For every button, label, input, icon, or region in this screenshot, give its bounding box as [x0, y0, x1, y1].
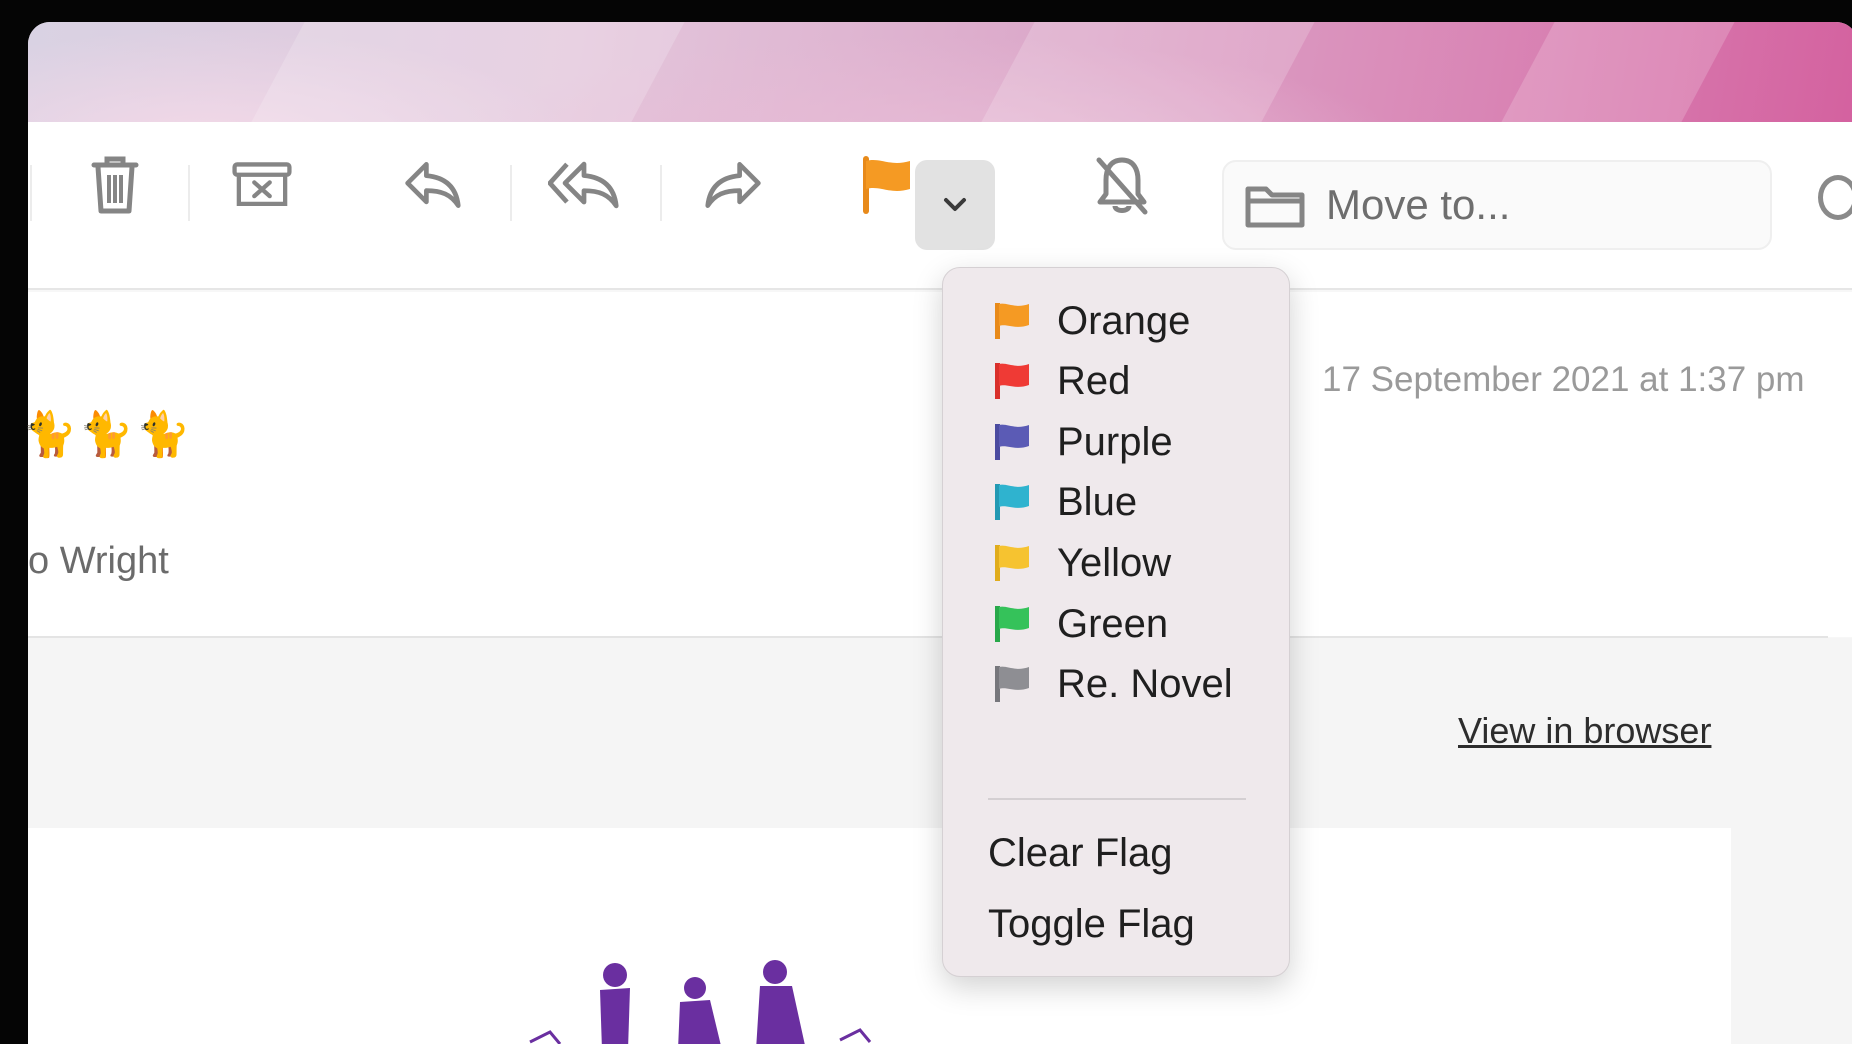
forward-icon — [705, 162, 761, 208]
toolbar-separator — [510, 165, 512, 221]
toolbar-separator — [660, 165, 662, 221]
reply-all-button[interactable] — [548, 155, 620, 215]
flag-color-menu: Orange Red Purple Blue Yellow Green Re. … — [942, 267, 1290, 977]
menu-item-red[interactable]: Red — [943, 346, 1289, 416]
flag-icon — [995, 606, 1029, 642]
trash-icon — [91, 156, 139, 214]
search-icon[interactable] — [1818, 175, 1852, 220]
menu-item-label: Orange — [1057, 298, 1191, 343]
hikers-illustration — [529, 960, 872, 1044]
message-header — [28, 292, 1852, 637]
move-to-label: Move to... — [1326, 181, 1511, 228]
menu-item-re-novel[interactable]: Re. Novel — [943, 649, 1289, 719]
wallpaper-wave — [981, 22, 1315, 122]
sender-name: o Wright — [28, 540, 169, 582]
title-bar — [28, 22, 1852, 122]
wallpaper-wave — [251, 22, 685, 122]
message-date: 17 September 2021 at 1:37 pm — [1322, 360, 1805, 399]
menu-item-label: Yellow — [1057, 540, 1172, 585]
folder-icon — [1245, 186, 1305, 228]
delete-button[interactable] — [85, 155, 145, 215]
toggle-flag-item[interactable]: Toggle Flag — [988, 902, 1195, 947]
flag-icon — [995, 545, 1029, 581]
junk-icon — [232, 162, 292, 206]
toolbar-separator — [30, 165, 32, 221]
reply-all-icon — [548, 161, 619, 209]
flag-icon — [995, 484, 1029, 520]
flag-menu-button[interactable] — [915, 160, 995, 250]
clear-flag-item[interactable]: Clear Flag — [988, 831, 1173, 876]
bell-slash-icon — [1096, 157, 1148, 215]
menu-separator — [988, 798, 1246, 800]
menu-item-label: Re. Novel — [1057, 661, 1233, 706]
flag-icon — [995, 424, 1029, 460]
reply-button[interactable] — [402, 155, 462, 215]
junk-button[interactable] — [232, 155, 292, 215]
view-in-browser-link[interactable]: View in browser — [1458, 710, 1711, 752]
menu-item-label: Green — [1057, 601, 1169, 646]
mute-button[interactable] — [1092, 155, 1152, 215]
flag-icon — [995, 363, 1029, 399]
flag-icon — [995, 303, 1029, 339]
flag-button[interactable] — [858, 155, 918, 215]
wallpaper-wave — [1501, 22, 1735, 122]
move-to-field[interactable]: Move to... — [1222, 160, 1772, 250]
menu-item-label: Red — [1057, 358, 1131, 403]
reply-icon — [405, 162, 461, 208]
forward-button[interactable] — [704, 155, 764, 215]
menu-item-blue[interactable]: Blue — [943, 467, 1289, 537]
menu-item-yellow[interactable]: Yellow — [943, 528, 1289, 598]
menu-item-label: Blue — [1057, 479, 1138, 524]
toolbar-separator — [188, 165, 190, 221]
flag-icon — [995, 666, 1029, 702]
flag-icon — [863, 156, 910, 214]
subject-emoji: 🐈🐈🐈 — [22, 410, 193, 459]
chevron-down-icon — [944, 198, 966, 211]
menu-item-label: Purple — [1057, 419, 1173, 464]
